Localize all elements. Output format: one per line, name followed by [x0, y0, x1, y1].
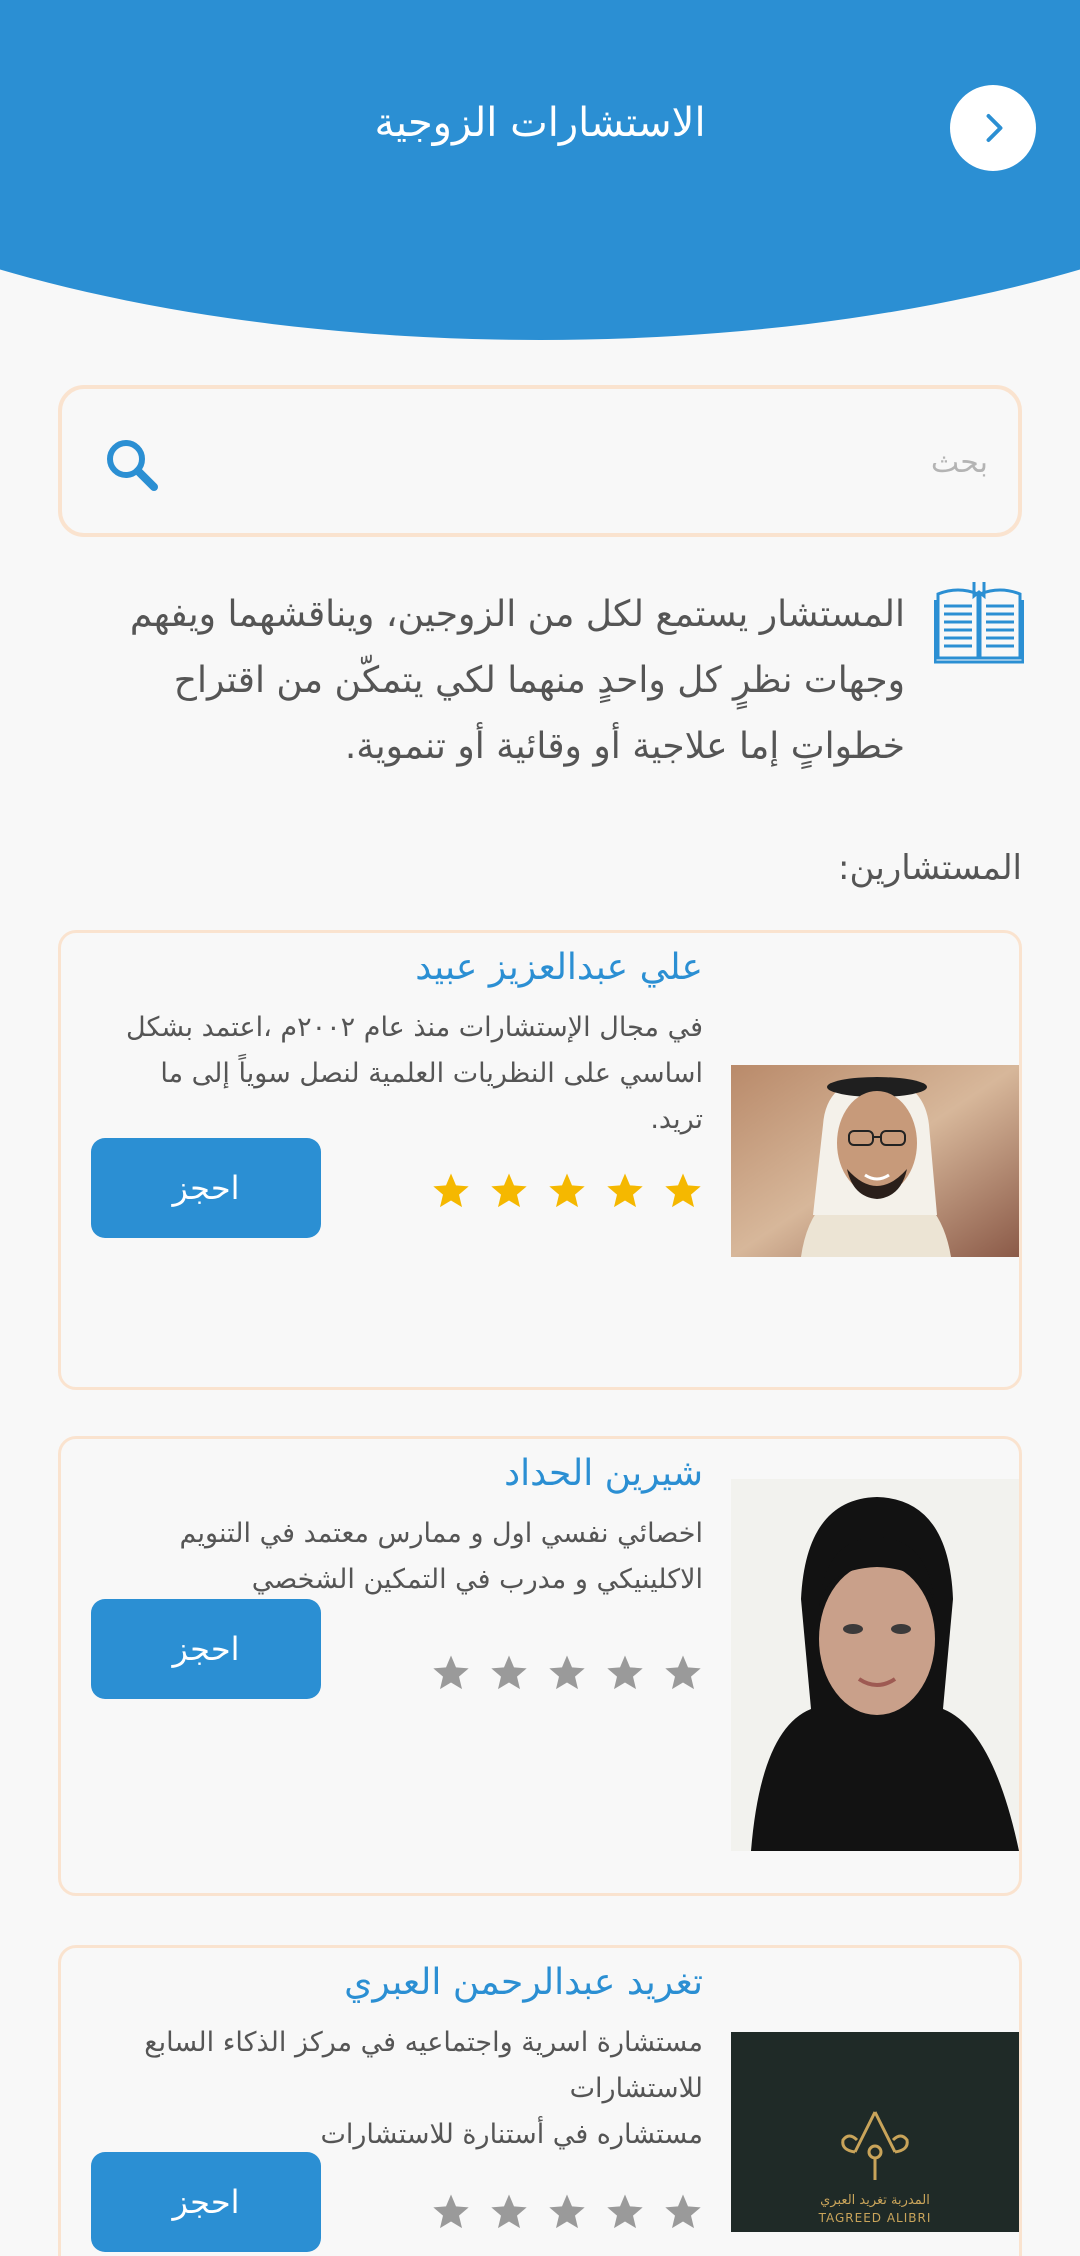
- star-icon: [433, 2194, 469, 2229]
- consultant-name[interactable]: علي عبدالعزيز عبيد: [415, 947, 703, 988]
- intro-description: المستشار يستمع لكل من الزوجين، ويناقشهما…: [129, 594, 905, 767]
- rating-stars: [431, 1653, 703, 1693]
- star-icon: [665, 1173, 701, 1208]
- open-book-icon: [934, 582, 1024, 664]
- star-icon: [549, 2194, 585, 2229]
- consultant-description: في مجال الإستشارات منذ عام ٢٠٠٢م ،اعتمد …: [126, 1012, 703, 1135]
- consultant-photo: [731, 1065, 1019, 1257]
- consultant-description: مستشارة اسرية واجتماعيه في مركز الذكاء ا…: [103, 2020, 703, 2158]
- star-icon: [549, 1173, 585, 1208]
- chevron-right-icon: [986, 114, 1003, 142]
- star-icon: [491, 1655, 527, 1690]
- search-input[interactable]: [228, 427, 988, 497]
- page-title: الاستشارات الزوجية: [374, 100, 706, 146]
- star-icon: [607, 1173, 643, 1208]
- book-button[interactable]: احجز: [91, 1599, 321, 1699]
- star-icon: [665, 1655, 701, 1690]
- search-box[interactable]: [58, 385, 1022, 537]
- consultant-photo: [731, 1479, 1019, 1851]
- search-icon[interactable]: [102, 435, 162, 495]
- star-icon: [549, 1655, 585, 1690]
- description-line: مستشارة اسرية واجتماعيه في مركز الذكاء ا…: [144, 2027, 703, 2104]
- rating-stars: [431, 1171, 703, 1211]
- star-icon: [607, 1655, 643, 1690]
- star-icon: [433, 1655, 469, 1690]
- logo-text-ar: المدربة تغريد العبري: [820, 2193, 930, 2208]
- book-button[interactable]: احجز: [91, 2152, 321, 2252]
- consultants-heading: المستشارين:: [838, 848, 1022, 888]
- app-header: الاستشارات الزوجية: [0, 0, 1080, 345]
- consultant-card[interactable]: شيرين الحداد اخصائي نفسي اول و ممارس معت…: [58, 1436, 1022, 1896]
- star-icon: [491, 1173, 527, 1208]
- star-icon: [665, 2194, 701, 2229]
- back-button[interactable]: [950, 85, 1036, 171]
- star-icon: [607, 2194, 643, 2229]
- consultant-card[interactable]: علي عبدالعزيز عبيد في مجال الإستشارات من…: [58, 930, 1022, 1390]
- star-icon: [491, 2194, 527, 2229]
- consultant-description: اخصائي نفسي اول و ممارس معتمد في التنويم…: [179, 1518, 703, 1595]
- header-background: [0, 0, 1080, 340]
- consultant-name[interactable]: تغريد عبدالرحمن العبري: [344, 1962, 703, 2003]
- star-icon: [433, 1173, 469, 1208]
- consultant-name[interactable]: شيرين الحداد: [504, 1453, 703, 1494]
- book-button[interactable]: احجز: [91, 1138, 321, 1238]
- rating-stars: [431, 2192, 703, 2232]
- logo-text-en: TAGREED ALIBRI: [818, 2211, 932, 2225]
- consultant-card[interactable]: تغريد عبدالرحمن العبري مستشارة اسرية واج…: [58, 1945, 1022, 2256]
- consultant-logo: المدربة تغريد العبري TAGREED ALIBRI: [731, 2032, 1019, 2232]
